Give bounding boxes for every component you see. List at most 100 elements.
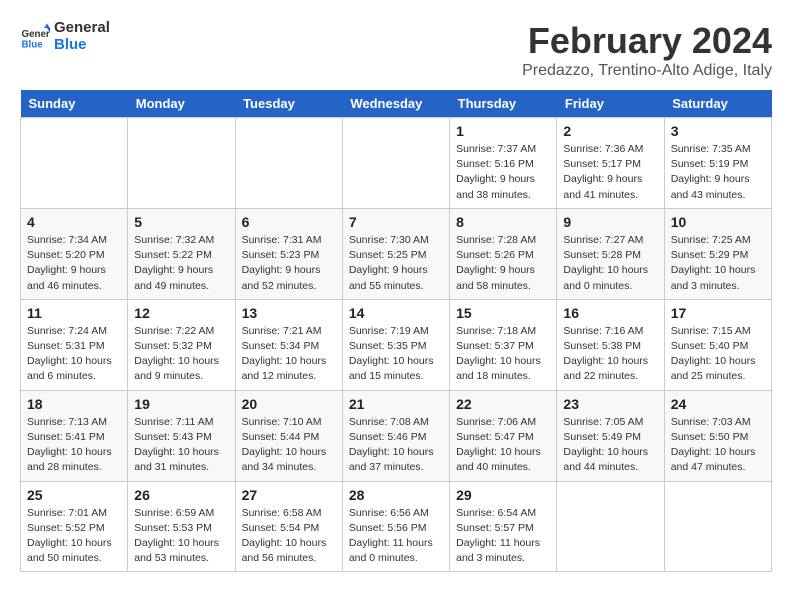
calendar-cell: 4 Sunrise: 7:34 AM Sunset: 5:20 PM Daylig… [21,208,128,299]
calendar-cell: 7 Sunrise: 7:30 AM Sunset: 5:25 PM Daylig… [342,208,449,299]
cell-info: Sunrise: 7:01 AM Sunset: 5:52 PM Dayligh… [27,506,121,567]
day-header-saturday: Saturday [664,90,771,118]
calendar-cell: 25 Sunrise: 7:01 AM Sunset: 5:52 PM Dayli… [21,481,128,572]
cell-info: Sunrise: 7:05 AM Sunset: 5:49 PM Dayligh… [563,415,657,476]
date-number: 24 [671,396,765,412]
day-header-monday: Monday [128,90,235,118]
calendar-cell [557,481,664,572]
date-number: 23 [563,396,657,412]
date-number: 27 [242,487,336,503]
calendar-cell: 24 Sunrise: 7:03 AM Sunset: 5:50 PM Dayli… [664,390,771,481]
cell-info: Sunrise: 7:21 AM Sunset: 5:34 PM Dayligh… [242,324,336,385]
calendar-cell: 5 Sunrise: 7:32 AM Sunset: 5:22 PM Daylig… [128,208,235,299]
cell-info: Sunrise: 7:24 AM Sunset: 5:31 PM Dayligh… [27,324,121,385]
calendar-cell: 13 Sunrise: 7:21 AM Sunset: 5:34 PM Dayli… [235,299,342,390]
date-number: 29 [456,487,550,503]
calendar-cell: 6 Sunrise: 7:31 AM Sunset: 5:23 PM Daylig… [235,208,342,299]
date-number: 6 [242,214,336,230]
svg-text:General: General [22,29,51,40]
calendar-cell: 18 Sunrise: 7:13 AM Sunset: 5:41 PM Dayli… [21,390,128,481]
date-number: 9 [563,214,657,230]
cell-info: Sunrise: 7:08 AM Sunset: 5:46 PM Dayligh… [349,415,443,476]
calendar-cell: 15 Sunrise: 7:18 AM Sunset: 5:37 PM Dayli… [450,299,557,390]
cell-info: Sunrise: 7:10 AM Sunset: 5:44 PM Dayligh… [242,415,336,476]
cell-info: Sunrise: 7:27 AM Sunset: 5:28 PM Dayligh… [563,233,657,294]
cell-info: Sunrise: 7:03 AM Sunset: 5:50 PM Dayligh… [671,415,765,476]
date-number: 25 [27,487,121,503]
location: Predazzo, Trentino-Alto Adige, Italy [522,62,772,80]
cell-info: Sunrise: 6:56 AM Sunset: 5:56 PM Dayligh… [349,506,443,567]
date-number: 11 [27,305,121,321]
date-number: 20 [242,396,336,412]
calendar-cell: 8Sunrise: 7:28 AM Sunset: 5:26 PM Daylig… [450,208,557,299]
day-header-tuesday: Tuesday [235,90,342,118]
cell-info: Sunrise: 7:18 AM Sunset: 5:37 PM Dayligh… [456,324,550,385]
date-number: 10 [671,214,765,230]
calendar-cell [235,118,342,209]
calendar-cell: 2 Sunrise: 7:36 AM Sunset: 5:17 PM Daylig… [557,118,664,209]
date-number: 2 [563,123,657,139]
logo: General Blue General Blue [20,20,110,53]
calendar-cell: 17Sunrise: 7:15 AM Sunset: 5:40 PM Dayli… [664,299,771,390]
calendar-cell [664,481,771,572]
calendar-cell: 11 Sunrise: 7:24 AM Sunset: 5:31 PM Dayli… [21,299,128,390]
date-number: 15 [456,305,550,321]
date-number: 21 [349,396,443,412]
date-number: 12 [134,305,228,321]
cell-info: Sunrise: 7:19 AM Sunset: 5:35 PM Dayligh… [349,324,443,385]
date-number: 28 [349,487,443,503]
calendar-cell: 3Sunrise: 7:35 AM Sunset: 5:19 PM Daylig… [664,118,771,209]
calendar-cell: 12Sunrise: 7:22 AM Sunset: 5:32 PM Dayli… [128,299,235,390]
cell-info: Sunrise: 6:54 AM Sunset: 5:57 PM Dayligh… [456,506,550,567]
calendar-week-3: 11 Sunrise: 7:24 AM Sunset: 5:31 PM Dayli… [21,299,772,390]
date-number: 13 [242,305,336,321]
cell-info: Sunrise: 6:58 AM Sunset: 5:54 PM Dayligh… [242,506,336,567]
calendar-cell: 20 Sunrise: 7:10 AM Sunset: 5:44 PM Dayli… [235,390,342,481]
calendar-cell: 16 Sunrise: 7:16 AM Sunset: 5:38 PM Dayli… [557,299,664,390]
cell-info: Sunrise: 7:36 AM Sunset: 5:17 PM Dayligh… [563,142,657,203]
day-header-sunday: Sunday [21,90,128,118]
title-section: February 2024 Predazzo, Trentino-Alto Ad… [522,20,772,80]
day-header-thursday: Thursday [450,90,557,118]
date-number: 4 [27,214,121,230]
cell-info: Sunrise: 7:25 AM Sunset: 5:29 PM Dayligh… [671,233,765,294]
calendar-cell: 21 Sunrise: 7:08 AM Sunset: 5:46 PM Dayli… [342,390,449,481]
calendar-week-1: 1Sunrise: 7:37 AM Sunset: 5:16 PM Daylig… [21,118,772,209]
calendar-cell [128,118,235,209]
cell-info: Sunrise: 7:06 AM Sunset: 5:47 PM Dayligh… [456,415,550,476]
calendar-week-2: 4 Sunrise: 7:34 AM Sunset: 5:20 PM Daylig… [21,208,772,299]
calendar-cell: 27 Sunrise: 6:58 AM Sunset: 5:54 PM Dayli… [235,481,342,572]
date-number: 17 [671,305,765,321]
calendar-header: SundayMondayTuesdayWednesdayThursdayFrid… [21,90,772,118]
day-header-wednesday: Wednesday [342,90,449,118]
cell-info: Sunrise: 7:32 AM Sunset: 5:22 PM Dayligh… [134,233,228,294]
date-number: 5 [134,214,228,230]
cell-info: Sunrise: 7:13 AM Sunset: 5:41 PM Dayligh… [27,415,121,476]
calendar-cell: 29 Sunrise: 6:54 AM Sunset: 5:57 PM Dayli… [450,481,557,572]
date-number: 19 [134,396,228,412]
calendar-cell: 26 Sunrise: 6:59 AM Sunset: 5:53 PM Dayli… [128,481,235,572]
calendar-cell: 10 Sunrise: 7:25 AM Sunset: 5:29 PM Dayli… [664,208,771,299]
date-number: 18 [27,396,121,412]
calendar-cell: 23 Sunrise: 7:05 AM Sunset: 5:49 PM Dayli… [557,390,664,481]
calendar-cell: 9 Sunrise: 7:27 AM Sunset: 5:28 PM Daylig… [557,208,664,299]
cell-info: Sunrise: 7:37 AM Sunset: 5:16 PM Dayligh… [456,142,550,203]
calendar-week-4: 18 Sunrise: 7:13 AM Sunset: 5:41 PM Dayli… [21,390,772,481]
date-number: 26 [134,487,228,503]
calendar-cell [342,118,449,209]
date-number: 3 [671,123,765,139]
svg-text:Blue: Blue [22,39,44,50]
logo-blue: Blue [54,37,110,54]
calendar-table: SundayMondayTuesdayWednesdayThursdayFrid… [20,90,772,572]
date-number: 7 [349,214,443,230]
calendar-cell: 14Sunrise: 7:19 AM Sunset: 5:35 PM Dayli… [342,299,449,390]
calendar-cell: 1Sunrise: 7:37 AM Sunset: 5:16 PM Daylig… [450,118,557,209]
cell-info: Sunrise: 7:16 AM Sunset: 5:38 PM Dayligh… [563,324,657,385]
cell-info: Sunrise: 6:59 AM Sunset: 5:53 PM Dayligh… [134,506,228,567]
day-header-friday: Friday [557,90,664,118]
cell-info: Sunrise: 7:28 AM Sunset: 5:26 PM Dayligh… [456,233,550,294]
cell-info: Sunrise: 7:34 AM Sunset: 5:20 PM Dayligh… [27,233,121,294]
cell-info: Sunrise: 7:31 AM Sunset: 5:23 PM Dayligh… [242,233,336,294]
cell-info: Sunrise: 7:30 AM Sunset: 5:25 PM Dayligh… [349,233,443,294]
date-number: 16 [563,305,657,321]
